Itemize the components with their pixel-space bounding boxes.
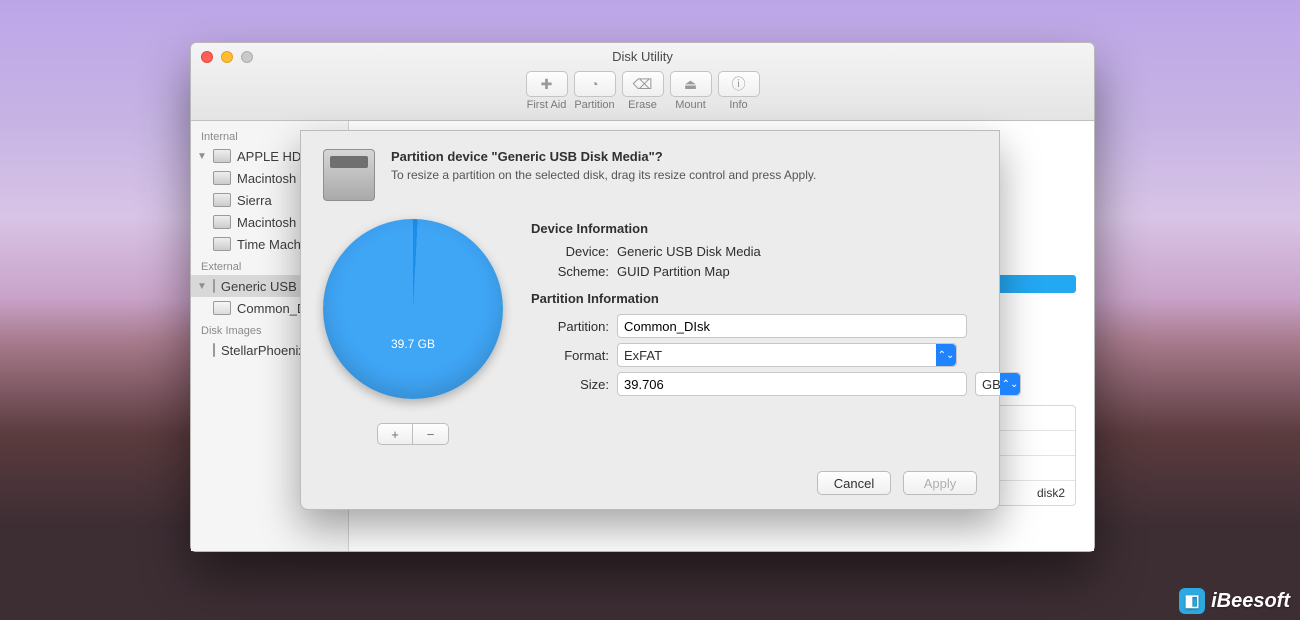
window-title: Disk Utility <box>191 49 1094 64</box>
sheet-header: Partition device "Generic USB Disk Media… <box>323 149 977 201</box>
toolbar-label: Erase <box>622 99 664 111</box>
partition-icon: ◔ <box>590 76 598 92</box>
volume-icon <box>213 193 231 207</box>
titlebar: Disk Utility ✚ ◔ ⌫ ⏏ ⓘ First Aid Partiti… <box>191 43 1094 121</box>
size-unit-select[interactable]: GB ⌃⌄ <box>975 372 1021 396</box>
field-label: Format: <box>531 348 609 363</box>
toolbar-label: Partition <box>574 99 616 111</box>
volume-icon <box>213 171 231 185</box>
add-partition-button[interactable]: + <box>377 423 413 445</box>
chevron-updown-icon: ⌃⌄ <box>1000 373 1020 395</box>
section-heading: Device Information <box>531 221 1021 236</box>
size-unit-value: GB <box>982 377 1001 392</box>
volume-icon <box>213 301 231 315</box>
watermark: ◧ iBeesoft <box>1179 588 1290 614</box>
firstaid-icon: ✚ <box>541 76 553 93</box>
remove-partition-button[interactable]: − <box>413 423 449 445</box>
field-label: Partition: <box>531 319 609 334</box>
size-input[interactable] <box>617 372 967 396</box>
drive-icon <box>323 149 375 201</box>
erase-icon: ⌫ <box>633 76 653 93</box>
volume-icon <box>213 237 231 251</box>
cancel-button[interactable]: Cancel <box>817 471 891 495</box>
chevron-updown-icon: ⌃⌄ <box>936 344 956 366</box>
info-button[interactable]: ⓘ <box>718 71 760 97</box>
partition-fields: Device Information Device: Generic USB D… <box>531 219 1021 445</box>
field-value: Generic USB Disk Media <box>617 244 761 259</box>
add-remove-partition: + − <box>377 423 449 445</box>
section-heading: Partition Information <box>531 291 1021 306</box>
sheet-subtitle: To resize a partition on the selected di… <box>391 168 816 182</box>
external-drive-icon <box>213 279 215 293</box>
erase-button[interactable]: ⌫ <box>622 71 664 97</box>
sheet-buttons: Cancel Apply <box>817 471 977 495</box>
watermark-text: iBeesoft <box>1211 590 1290 613</box>
sidebar-item-label: Sierra <box>237 193 272 208</box>
watermark-icon: ◧ <box>1179 588 1205 614</box>
partition-button[interactable]: ◔ <box>574 71 616 97</box>
toolbar-label: Info <box>718 99 760 111</box>
field-label: Size: <box>531 377 609 392</box>
info-value: disk2 <box>989 481 1075 505</box>
diskimage-icon <box>213 343 215 357</box>
firstaid-button[interactable]: ✚ <box>526 71 568 97</box>
volume-icon <box>213 215 231 229</box>
mount-icon: ⏏ <box>684 76 697 93</box>
format-select-value: ExFAT <box>624 348 662 363</box>
partition-pie-wrap: 39.7 GB + − <box>323 219 503 445</box>
partition-name-input[interactable] <box>617 314 967 338</box>
format-select[interactable]: ExFAT ⌃⌄ <box>617 343 957 367</box>
toolbar-labels: First Aid Partition Erase Mount Info <box>191 99 1094 111</box>
partition-pie[interactable]: 39.7 GB <box>323 219 503 399</box>
toolbar-label: Mount <box>670 99 712 111</box>
partition-sheet: Partition device "Generic USB Disk Media… <box>300 130 1000 510</box>
disclosure-icon[interactable]: ▼ <box>197 281 207 292</box>
field-label: Scheme: <box>531 264 609 279</box>
harddrive-icon <box>213 149 231 163</box>
sheet-title: Partition device "Generic USB Disk Media… <box>391 149 816 164</box>
mount-button[interactable]: ⏏ <box>670 71 712 97</box>
disclosure-icon[interactable]: ▼ <box>197 151 207 162</box>
apply-button[interactable]: Apply <box>903 471 977 495</box>
pie-label: 39.7 GB <box>391 337 435 351</box>
field-label: Device: <box>531 244 609 259</box>
info-icon: ⓘ <box>732 74 746 94</box>
toolbar: ✚ ◔ ⌫ ⏏ ⓘ <box>191 71 1094 97</box>
toolbar-label: First Aid <box>526 99 568 111</box>
field-value: GUID Partition Map <box>617 264 730 279</box>
